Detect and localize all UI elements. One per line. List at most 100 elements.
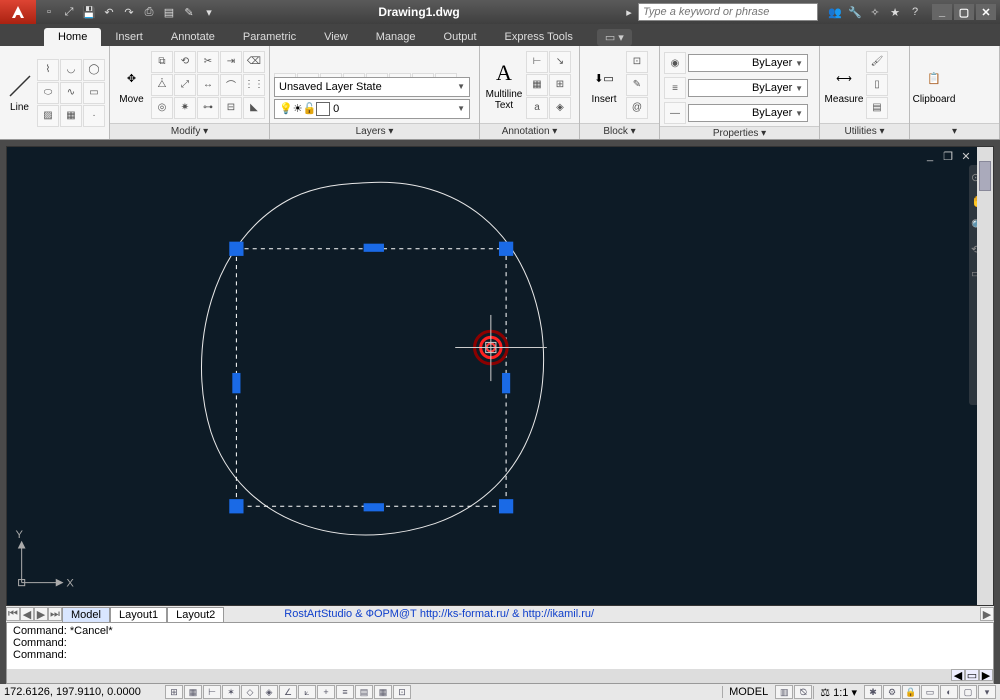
paint-icon[interactable]: 🖌	[866, 51, 888, 73]
layout-quick-icon[interactable]: ▥	[775, 685, 793, 699]
infocenter-icon[interactable]: 👥	[826, 3, 844, 21]
mark-icon[interactable]: ◈	[549, 97, 571, 119]
circle-icon[interactable]: ◯	[83, 59, 105, 81]
panel-title-modify[interactable]: Modify ▾	[110, 123, 269, 139]
command-window[interactable]: Command: *Cancel* Command: Command: ▶▭◀	[6, 622, 994, 684]
lt-last-icon[interactable]: ⏭	[48, 607, 62, 621]
dyn-btn[interactable]: +	[317, 685, 335, 699]
panel-title-utilities[interactable]: Utilities ▾	[820, 123, 909, 139]
tab-annotate[interactable]: Annotate	[157, 28, 229, 46]
panel-title-block[interactable]: Block ▾	[580, 123, 659, 139]
cmd-scroll-l[interactable]: ◀	[951, 669, 965, 681]
hscroll-right-icon[interactable]: ▶	[980, 607, 994, 621]
hatch-icon[interactable]: ▨	[37, 105, 59, 127]
ribbon-expand-icon[interactable]: ▭ ▾	[597, 29, 632, 46]
move-button[interactable]: ✥ Move	[114, 50, 149, 120]
3dosnap-btn[interactable]: ◈	[260, 685, 278, 699]
comm-icon[interactable]: ✧	[866, 3, 884, 21]
line-button[interactable]: Line	[4, 58, 35, 128]
ann-vis-icon[interactable]: ✱	[864, 685, 882, 699]
ws-icon[interactable]: ⚙	[883, 685, 901, 699]
erase-icon[interactable]: ⌫	[243, 51, 265, 73]
canvas-vscroll[interactable]	[977, 147, 993, 605]
extend-icon[interactable]: ⇥	[220, 51, 242, 73]
cmd-scroll-r[interactable]: ▶	[979, 669, 993, 681]
attr-icon[interactable]: @	[626, 97, 648, 119]
space-label[interactable]: MODEL	[722, 686, 774, 698]
point-icon[interactable]: ·	[83, 105, 105, 127]
tool-icon[interactable]: 🔧	[846, 3, 864, 21]
panel-title-properties[interactable]: Properties ▾	[660, 126, 819, 139]
ann-scale-icon[interactable]: ⦰	[794, 685, 812, 699]
close-button[interactable]: ✕	[976, 4, 996, 20]
panel-title-layers[interactable]: Layers ▾	[270, 123, 479, 139]
tab-express[interactable]: Express Tools	[491, 28, 587, 46]
grid-btn[interactable]: ▦	[184, 685, 202, 699]
ellipse-icon[interactable]: ⬭	[37, 82, 59, 104]
fav-icon[interactable]: ★	[886, 3, 904, 21]
insert-button[interactable]: ⬇▭ Insert	[584, 50, 624, 120]
qp-btn[interactable]: ▦	[374, 685, 392, 699]
arc-icon[interactable]: ◡	[60, 59, 82, 81]
tab-home[interactable]: Home	[44, 28, 101, 46]
tpy-btn[interactable]: ▤	[355, 685, 373, 699]
text2-icon[interactable]: a	[526, 97, 548, 119]
copy-icon[interactable]: ⧉	[151, 51, 173, 73]
qat-props-icon[interactable]: ▾	[200, 3, 218, 21]
scale-icon[interactable]: ⤢	[174, 74, 196, 96]
offset-icon[interactable]: ◎	[151, 97, 173, 119]
panel-title-clipboard[interactable]: ▾	[910, 123, 999, 139]
qat-undo-icon[interactable]: ↶	[100, 3, 118, 21]
create-block-icon[interactable]: ⊡	[626, 51, 648, 73]
layer-current-dropdown[interactable]: 💡☀🔓 0▼	[274, 99, 470, 119]
sc-btn[interactable]: ⊡	[393, 685, 411, 699]
rect-icon[interactable]: ▭	[83, 82, 105, 104]
doc-restore-icon[interactable]: ❐	[941, 149, 955, 163]
tab-insert[interactable]: Insert	[101, 28, 157, 46]
panel-title-annotation[interactable]: Annotation ▾	[480, 123, 579, 139]
trim-icon[interactable]: ✂	[197, 51, 219, 73]
help-search-input[interactable]	[638, 3, 818, 21]
qat-plot-icon[interactable]: ▤	[160, 3, 178, 21]
mtext-button[interactable]: A Multiline Text	[484, 50, 524, 120]
color-dropdown[interactable]: ByLayer ▼	[688, 54, 808, 72]
lt-next-icon[interactable]: ▶	[34, 607, 48, 621]
color-btn[interactable]: ◉	[664, 52, 686, 74]
break-icon[interactable]: ⊟	[220, 97, 242, 119]
dim-icon[interactable]: ⊢	[526, 51, 548, 73]
layout-tab-model[interactable]: Model	[62, 607, 110, 622]
rotate-icon[interactable]: ⟲	[174, 51, 196, 73]
select-icon[interactable]: ▯	[866, 74, 888, 96]
fillet-icon[interactable]: ⌒	[220, 74, 242, 96]
maximize-button[interactable]: ▢	[954, 4, 974, 20]
iso-obj-icon[interactable]: ◐	[940, 685, 958, 699]
doc-close-icon[interactable]: ✕	[959, 149, 973, 163]
qat-print-icon[interactable]: ⎙	[140, 3, 158, 21]
ortho-btn[interactable]: ⊢	[203, 685, 221, 699]
table-icon[interactable]: ▦	[526, 74, 548, 96]
qat-new-icon[interactable]: ▫	[40, 3, 58, 21]
tab-view[interactable]: View	[310, 28, 362, 46]
qat-redo-icon[interactable]: ↷	[120, 3, 138, 21]
lt-first-icon[interactable]: ⏮	[6, 607, 20, 621]
chamfer-icon[interactable]: ◣	[243, 97, 265, 119]
layer-state-dropdown[interactable]: Unsaved Layer State▼	[274, 77, 470, 97]
mirror-icon[interactable]: ⧊	[151, 74, 173, 96]
layout-tab-2[interactable]: Layout2	[167, 607, 224, 622]
app-menu-button[interactable]	[0, 0, 36, 24]
lw-btn[interactable]: ≡	[664, 77, 686, 99]
doc-min-icon[interactable]: _	[923, 149, 937, 163]
ducs-btn[interactable]: ⟀	[298, 685, 316, 699]
qat-save-icon[interactable]: 💾	[80, 3, 98, 21]
measure-button[interactable]: ⟷ Measure	[824, 50, 864, 120]
lwt-btn[interactable]: ≡	[336, 685, 354, 699]
clipboard-button[interactable]: 📋 Clipboard	[914, 50, 954, 120]
stretch-icon[interactable]: ↔	[197, 74, 219, 96]
tray-icon[interactable]: ▾	[978, 685, 996, 699]
otrack-btn[interactable]: ∠	[279, 685, 297, 699]
spline-icon[interactable]: ∿	[60, 82, 82, 104]
scale-label[interactable]: ⚖ 1:1 ▾	[813, 686, 863, 699]
field-icon[interactable]: ⊞	[549, 74, 571, 96]
join-icon[interactable]: ⊶	[197, 97, 219, 119]
explode-icon[interactable]: ✷	[174, 97, 196, 119]
